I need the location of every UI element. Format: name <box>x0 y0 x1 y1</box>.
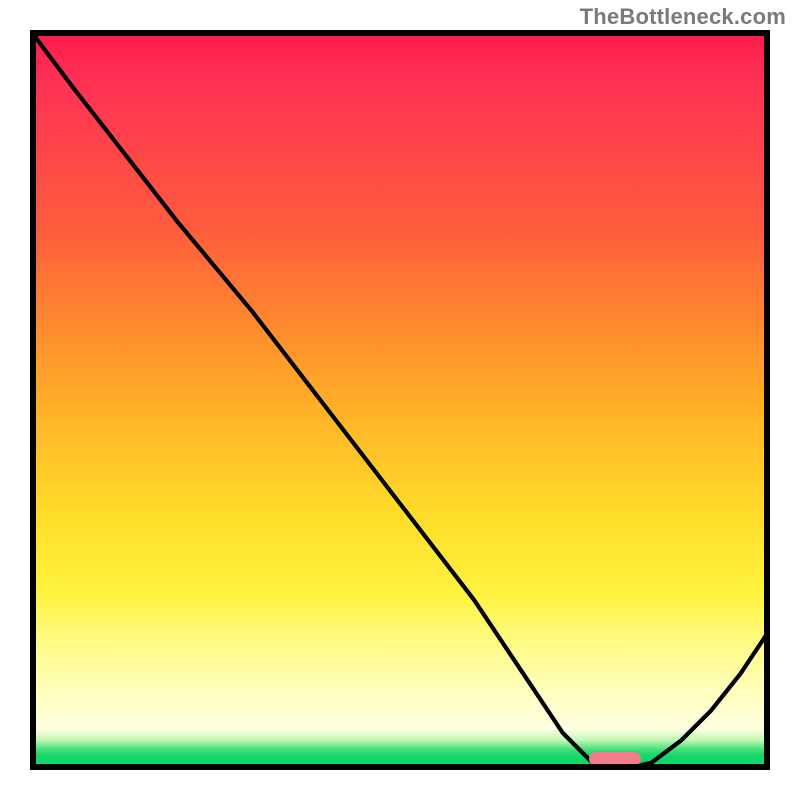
bottleneck-chart: TheBottleneck.com <box>0 0 800 800</box>
optimum-marker <box>589 752 641 766</box>
plot-area <box>30 30 770 770</box>
watermark-text: TheBottleneck.com <box>580 4 786 30</box>
heat-gradient-background <box>30 30 770 770</box>
